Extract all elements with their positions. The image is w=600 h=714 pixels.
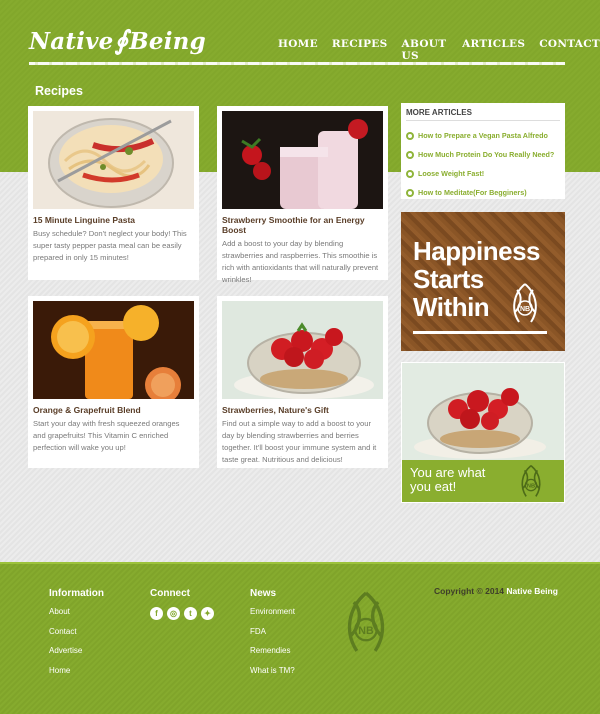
card-description: Busy schedule? Don't neglect your body! … <box>33 229 187 262</box>
article-link[interactable]: How to Meditate(For Begginers) <box>406 183 560 202</box>
footer-connect: Connect f ◎ t ✦ <box>150 588 214 620</box>
you-are-what-you-eat-banner[interactable]: You are what you eat! NB <box>401 362 565 503</box>
site-logo[interactable]: Native∮Being <box>29 26 206 56</box>
banner-tagline: You are what you eat! <box>410 465 486 494</box>
happiness-banner[interactable]: Happiness Starts Within NB <box>401 212 565 351</box>
nb-monogram-icon: NB <box>521 464 541 497</box>
footer-information: Information About Contact Advertise Home <box>49 588 104 685</box>
card-description: Start your day with fresh squeezed orang… <box>33 419 180 452</box>
card-description: Add a boost to your day by blending stra… <box>222 239 379 284</box>
nav-recipes[interactable]: RECIPES <box>332 38 388 62</box>
footer-link-home[interactable]: Home <box>49 666 104 686</box>
nav-articles[interactable]: ARTICLES <box>462 38 525 62</box>
svg-text:NB: NB <box>358 625 374 637</box>
footer-link-about[interactable]: About <box>49 607 104 627</box>
nav-contact[interactable]: CONTACT <box>539 38 600 62</box>
facebook-icon[interactable]: f <box>150 607 163 620</box>
footer-news: News Environment FDA Remendies What is T… <box>250 588 295 685</box>
bullet-icon <box>406 131 414 140</box>
more-articles-panel: MORE ARTICLES How to Prepare a Vegan Pas… <box>401 103 565 199</box>
banner-underline <box>413 331 547 334</box>
copyright-brand: Native Being <box>506 586 558 596</box>
card-title[interactable]: 15 Minute Linguine Pasta <box>33 215 194 225</box>
more-articles-title: MORE ARTICLES <box>406 108 560 121</box>
footer-link-fda[interactable]: FDA <box>250 627 295 647</box>
logo-word-native: Native <box>29 28 114 55</box>
logo-swirl: ∮ <box>114 26 129 56</box>
card-title[interactable]: Strawberry Smoothie for an Energy Boost <box>222 215 383 235</box>
footer-link-contact[interactable]: Contact <box>49 627 104 647</box>
recipe-card-linguine[interactable]: 15 Minute Linguine Pasta Busy schedule? … <box>28 106 199 280</box>
bullet-icon <box>406 169 414 178</box>
logo-word-being: Being <box>129 28 206 55</box>
strawberries-image[interactable] <box>222 301 383 399</box>
nav-about-us[interactable]: ABOUT US <box>402 38 449 62</box>
svg-text:NB: NB <box>520 306 530 313</box>
nb-monogram-icon: NB <box>513 283 537 323</box>
banner-line-1: Happiness <box>413 236 541 266</box>
footer-link-remendies[interactable]: Remendies <box>250 646 295 666</box>
social-icons: f ◎ t ✦ <box>150 607 214 620</box>
instagram-icon[interactable]: ◎ <box>167 607 180 620</box>
recipe-card-strawberries[interactable]: Strawberries, Nature's Gift Find out a s… <box>217 296 388 468</box>
pasta-image[interactable] <box>33 111 194 209</box>
tumblr-icon[interactable]: t <box>184 607 197 620</box>
card-title[interactable]: Orange & Grapefruit Blend <box>33 405 194 415</box>
nav-home[interactable]: HOME <box>278 38 318 62</box>
svg-text:NB: NB <box>527 483 535 489</box>
main-nav: HOME RECIPES ABOUT US ARTICLES CONTACT <box>278 38 600 62</box>
recipe-card-smoothie[interactable]: Strawberry Smoothie for an Energy Boost … <box>217 106 388 284</box>
bullet-icon <box>406 150 414 159</box>
bullet-icon <box>406 188 414 197</box>
footer-heading: News <box>250 588 277 599</box>
article-link[interactable]: How Much Protein Do You Really Need? <box>406 145 560 164</box>
footer-heading: Information <box>49 588 104 599</box>
card-title[interactable]: Strawberries, Nature's Gift <box>222 405 383 415</box>
article-link[interactable]: Loose Weight Fast! <box>406 164 560 183</box>
strawberry-bowl-image <box>402 363 564 460</box>
card-description: Find out a simple way to add a boost to … <box>222 419 377 464</box>
footer-link-environment[interactable]: Environment <box>250 607 295 627</box>
header-divider <box>29 62 565 65</box>
section-title: Recipes <box>35 84 83 98</box>
orange-juice-image[interactable] <box>33 301 194 399</box>
article-link[interactable]: How to Prepare a Vegan Pasta Alfredo <box>406 126 560 145</box>
smoothie-image[interactable] <box>222 111 383 209</box>
twitter-icon[interactable]: ✦ <box>201 607 214 620</box>
footer-link-what-is-tm[interactable]: What is TM? <box>250 666 295 686</box>
footer-link-advertise[interactable]: Advertise <box>49 646 104 666</box>
more-articles-list: How to Prepare a Vegan Pasta Alfredo How… <box>406 126 560 202</box>
nb-monogram-icon: NB <box>347 591 385 652</box>
copyright: Copyright © 2014 Native Being <box>434 586 558 596</box>
footer-heading: Connect <box>150 588 190 599</box>
recipe-card-orange[interactable]: Orange & Grapefruit Blend Start your day… <box>28 296 199 468</box>
